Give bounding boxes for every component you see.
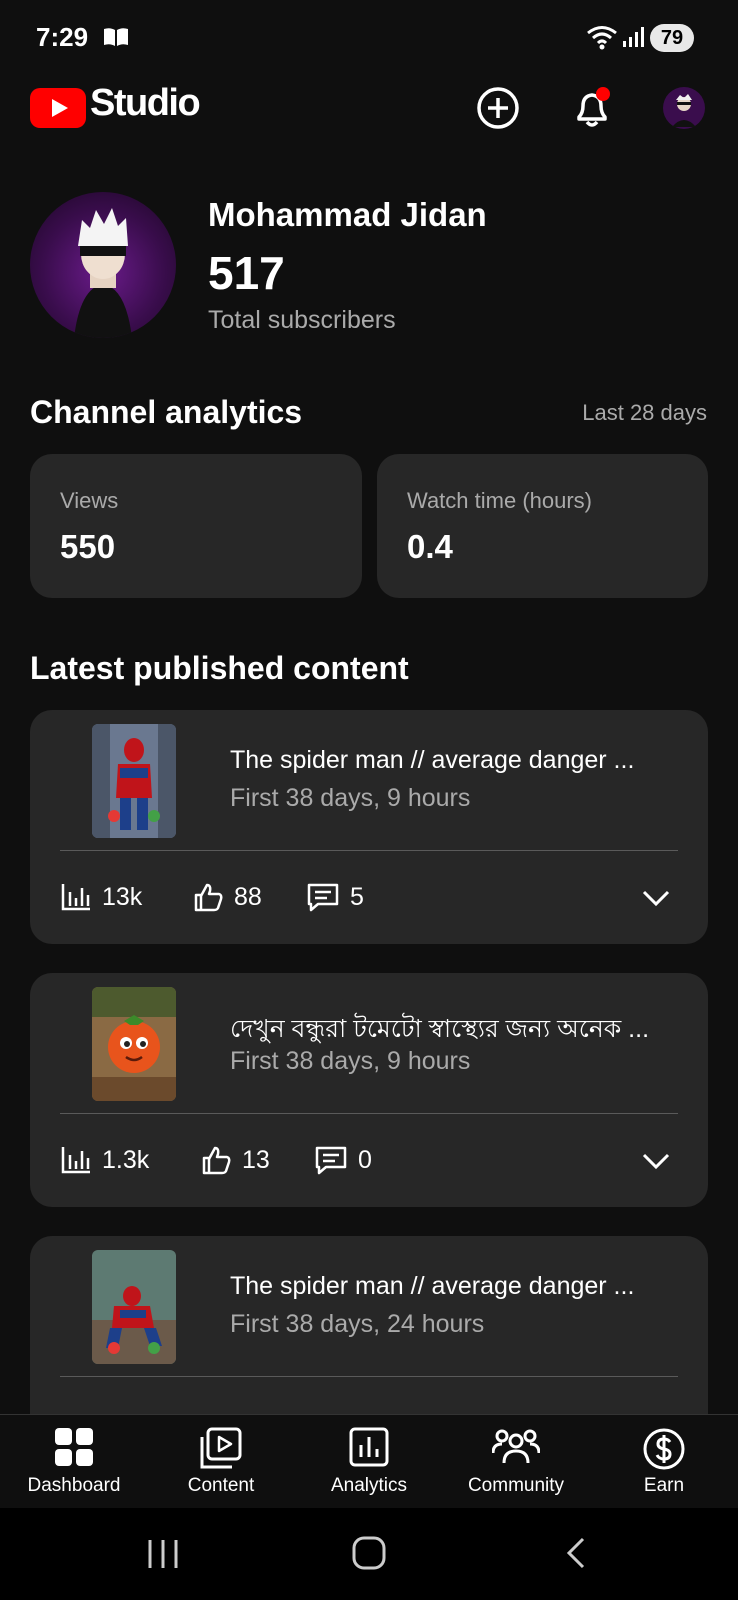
likes-stat: 88 — [192, 880, 262, 914]
back-icon[interactable] — [564, 1536, 588, 1570]
status-time: 7:29 — [36, 22, 89, 52]
comments-count: 0 — [358, 1145, 372, 1174]
book-icon — [104, 28, 128, 46]
comments-stat: 0 — [314, 1143, 372, 1177]
chevron-down-icon[interactable] — [640, 882, 672, 914]
likes-count: 13 — [242, 1145, 270, 1174]
signal-icon — [623, 27, 644, 47]
spider-man-thumbnail-image — [92, 1250, 176, 1364]
comment-icon — [315, 1146, 347, 1175]
nav-content-label: Content — [187, 1475, 255, 1496]
channel-avatar[interactable] — [30, 192, 176, 338]
battery-indicator: 79 — [650, 24, 694, 52]
channel-analytics-title: Channel analytics — [30, 394, 303, 430]
channel-name: Mohammad Jidan — [208, 196, 487, 233]
wifi-icon — [587, 26, 617, 50]
youtube-logo-icon — [30, 88, 86, 128]
spider-man-thumbnail-image — [92, 724, 176, 838]
views-count: 1.3k — [102, 1145, 150, 1174]
bottom-navigation: Dashboard Content Analytics Community Ea… — [0, 1414, 738, 1508]
views-value: 550 — [60, 528, 116, 565]
nav-analytics[interactable]: Analytics — [295, 1415, 443, 1509]
nav-community-label: Community — [467, 1475, 565, 1496]
video-title: The spider man // average danger ... — [230, 746, 635, 774]
subscriber-count: 517 — [208, 247, 285, 299]
community-icon — [492, 1429, 540, 1464]
bell-icon — [577, 87, 610, 127]
account-avatar-button[interactable] — [660, 84, 708, 132]
dashboard-icon — [55, 1428, 93, 1466]
nav-community[interactable]: Community — [442, 1415, 590, 1509]
thumbs-up-icon — [202, 1146, 231, 1175]
views-stat: 13k — [60, 880, 142, 914]
status-bar: 7:29 79 — [0, 0, 738, 76]
video-title: দেখুন বন্ধুরা টমেটো স্বাস্থ্যের জন্য অনে… — [230, 1015, 650, 1043]
nav-dashboard-label: Dashboard — [27, 1475, 121, 1496]
video-subtitle: First 38 days, 9 hours — [230, 784, 471, 812]
thumbs-up-icon — [194, 883, 223, 912]
system-navigation-bar — [0, 1508, 738, 1600]
nav-earn-label: Earn — [643, 1475, 685, 1496]
views-label: Views — [60, 488, 119, 513]
views-stat: 1.3k — [60, 1143, 149, 1177]
watch-time-card[interactable]: Watch time (hours) 0.4 — [377, 454, 708, 598]
recent-apps-icon[interactable] — [146, 1538, 180, 1570]
add-circle-icon — [477, 87, 519, 129]
comments-stat: 5 — [306, 880, 364, 914]
subscriber-label: Total subscribers — [208, 306, 396, 334]
nav-dashboard[interactable]: Dashboard — [0, 1415, 148, 1509]
video-subtitle: First 38 days, 9 hours — [230, 1047, 471, 1075]
analytics-period: Last 28 days — [582, 400, 707, 425]
content-icon — [200, 1427, 242, 1469]
create-button[interactable] — [474, 84, 522, 132]
content-card[interactable]: The spider man // average danger ... Fir… — [30, 710, 708, 944]
bar-chart-icon — [61, 1147, 90, 1174]
comment-icon — [307, 883, 339, 912]
nav-earn[interactable]: Earn — [590, 1415, 738, 1509]
views-count: 13k — [102, 882, 143, 911]
tomato-thumbnail-image — [92, 987, 176, 1101]
channel-avatar-image — [74, 208, 132, 338]
home-icon[interactable] — [352, 1536, 386, 1570]
video-title: The spider man // average danger ... — [230, 1272, 635, 1300]
divider — [60, 1113, 678, 1114]
avatar — [663, 87, 705, 129]
divider — [60, 1376, 678, 1377]
bar-chart-icon — [61, 884, 90, 911]
latest-content-title: Latest published content — [30, 650, 409, 686]
comments-count: 5 — [350, 882, 364, 911]
video-thumbnail[interactable] — [92, 1250, 176, 1364]
likes-count: 88 — [234, 882, 262, 911]
video-thumbnail[interactable] — [92, 987, 176, 1101]
likes-stat: 13 — [200, 1143, 270, 1177]
video-subtitle: First 38 days, 24 hours — [230, 1310, 485, 1338]
dollar-icon — [643, 1428, 685, 1470]
nav-analytics-label: Analytics — [330, 1475, 408, 1496]
nav-content[interactable]: Content — [147, 1415, 295, 1509]
notifications-button[interactable] — [568, 84, 616, 132]
watch-time-value: 0.4 — [407, 528, 453, 565]
watch-time-label: Watch time (hours) — [407, 488, 593, 513]
divider — [60, 850, 678, 851]
analytics-icon — [349, 1427, 389, 1467]
views-card[interactable]: Views 550 — [30, 454, 362, 598]
app-bar: Studio — [0, 76, 738, 140]
app-title: Studio — [90, 82, 201, 124]
video-thumbnail[interactable] — [92, 724, 176, 838]
content-card[interactable]: দেখুন বন্ধুরা টমেটো স্বাস্থ্যের জন্য অনে… — [30, 973, 708, 1207]
chevron-down-icon[interactable] — [640, 1145, 672, 1177]
